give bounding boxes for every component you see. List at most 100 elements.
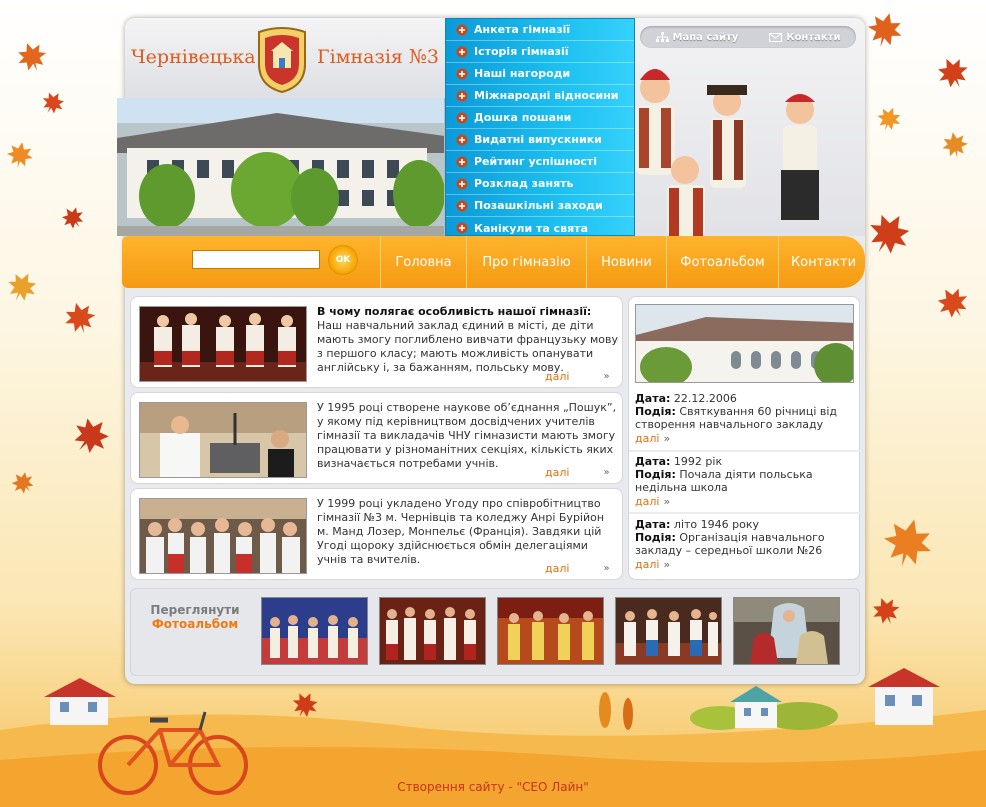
news-photo xyxy=(139,306,307,382)
event-more-link[interactable]: далі» xyxy=(635,432,670,445)
children-folk-costume-photo xyxy=(595,50,855,236)
bullet-icon xyxy=(456,112,468,123)
event-label: Подія: xyxy=(635,405,676,418)
more-label: далі xyxy=(635,432,660,445)
contacts-label: Контакти xyxy=(786,31,841,43)
nav-photo-album[interactable]: Фотоальбом xyxy=(666,236,778,288)
side-menu-item[interactable]: Анкета гімназії xyxy=(446,19,634,41)
side-menu-label: Анкета гімназії xyxy=(474,23,571,36)
more-link[interactable]: далі » xyxy=(545,370,610,383)
news-text: У 1995 році створене наукове об’єднання … xyxy=(317,401,619,471)
search-input[interactable] xyxy=(192,250,320,269)
gallery-thumbnail[interactable] xyxy=(261,597,368,665)
school-crest-logo xyxy=(253,24,311,94)
events-building-photo xyxy=(635,304,854,383)
gallery-label-line1: Переглянути xyxy=(150,603,240,617)
bullet-icon xyxy=(456,222,468,234)
event-item: Дата: літо 1946 року Подія: Організація … xyxy=(635,518,859,571)
event-date-label: Дата: xyxy=(635,392,671,405)
event-date: 22.12.2006 xyxy=(673,392,737,405)
more-label: далі xyxy=(545,562,570,575)
gallery-thumbnail[interactable] xyxy=(379,597,486,665)
contacts-link[interactable]: Контакти xyxy=(769,32,840,43)
bullet-icon xyxy=(456,134,468,145)
news-body: У 1995 році створене наукове об’єднання … xyxy=(317,401,617,470)
sitemap-link[interactable]: Мапа сайту xyxy=(655,31,739,43)
maple-leaf-icon xyxy=(928,278,977,327)
more-label: далі xyxy=(545,370,570,383)
envelope-icon xyxy=(769,32,783,42)
side-menu-label: Історія гімназії xyxy=(474,45,569,58)
double-arrow-icon: » xyxy=(603,467,610,478)
double-arrow-icon: » xyxy=(663,432,671,445)
news-text: В чому полягає особливість нашої гімназі… xyxy=(317,305,619,375)
more-label: далі xyxy=(635,495,660,508)
side-menu-label: Розклад занять xyxy=(474,177,574,190)
maple-leaf-icon xyxy=(55,200,91,236)
maple-leaf-icon xyxy=(938,128,973,163)
maple-leaf-icon xyxy=(35,85,71,121)
main-nav: Головна Про гімназію Новини Фотоальбом К… xyxy=(380,236,868,288)
event-item: Дата: 22.12.2006 Подія: Святкування 60 р… xyxy=(635,392,859,445)
event-date-label: Дата: xyxy=(635,455,671,468)
gallery-thumbnail[interactable] xyxy=(733,597,840,665)
news-text: У 1999 році укладено Угоду про співробіт… xyxy=(317,497,619,567)
news-item: У 1995 році створене наукове об’єднання … xyxy=(130,392,623,484)
school-building-photo xyxy=(117,98,445,236)
news-item: У 1999 році укладено Угоду про співробіт… xyxy=(130,488,623,580)
gallery-thumbnail[interactable] xyxy=(615,597,722,665)
event-label: Подія: xyxy=(635,531,676,544)
side-menu-label: Наші нагороди xyxy=(474,67,571,80)
sitemap-icon xyxy=(655,31,669,42)
more-label: далі xyxy=(635,558,660,571)
news-photo xyxy=(139,498,307,574)
event-date: 1992 рік xyxy=(673,455,723,468)
maple-leaf-icon xyxy=(61,406,120,465)
event-more-link[interactable]: далі» xyxy=(635,495,670,508)
view-photo-album-link[interactable]: Переглянути Фотоальбом xyxy=(145,603,245,631)
double-arrow-icon: » xyxy=(603,563,610,574)
nav-about[interactable]: Про гімназію xyxy=(466,236,586,288)
event-label: Подія: xyxy=(635,468,676,481)
bullet-icon xyxy=(456,46,468,57)
event-divider xyxy=(629,450,861,452)
news-body: У 1999 році укладено Угоду про співробіт… xyxy=(317,497,605,566)
double-arrow-icon: » xyxy=(603,371,610,382)
bullet-icon xyxy=(456,178,468,189)
side-menu-label: Позашкільні заходи xyxy=(474,199,603,212)
page-frame: Чернівецька Гімназія №3 Анкета гімназії … xyxy=(117,18,865,684)
maple-leaf-icon xyxy=(865,590,906,631)
event-item: Дата: 1992 рік Подія: Почала діяти польс… xyxy=(635,455,859,508)
gallery-label-line2: Фотоальбом xyxy=(151,617,239,631)
nav-home[interactable]: Головна xyxy=(380,236,466,288)
nav-news[interactable]: Новини xyxy=(586,236,666,288)
events-panel: Дата: 22.12.2006 Подія: Святкування 60 р… xyxy=(628,296,861,580)
more-link[interactable]: далі » xyxy=(545,562,610,575)
double-arrow-icon: » xyxy=(663,495,671,508)
maple-leaf-icon xyxy=(0,264,45,309)
main-nav-bar: OK Головна Про гімназію Новини Фотоальбо… xyxy=(122,236,865,288)
maple-leaf-icon xyxy=(10,35,54,79)
side-menu-label: Рейтинг успішності xyxy=(474,155,598,168)
more-link[interactable]: далі » xyxy=(545,466,610,479)
maple-leaf-icon xyxy=(58,296,102,340)
event-date-label: Дата: xyxy=(635,518,671,531)
news-photo xyxy=(139,402,307,478)
search-ok-button[interactable]: OK xyxy=(328,245,358,275)
utility-bar: Мапа сайту Контакти xyxy=(640,26,856,48)
nav-contacts[interactable]: Контакти xyxy=(778,236,868,288)
footer-credit-link[interactable]: Створення сайту - "СЕО Лайн" xyxy=(0,780,986,794)
site-title-right: Гімназія №3 xyxy=(317,46,439,68)
bullet-icon xyxy=(456,156,468,167)
event-more-link[interactable]: далі» xyxy=(635,558,670,571)
gallery-thumbnail[interactable] xyxy=(497,597,604,665)
more-label: далі xyxy=(545,466,570,479)
bullet-icon xyxy=(456,68,468,79)
side-menu-label: Дошка пошани xyxy=(474,111,572,124)
sitemap-label: Мапа сайту xyxy=(672,31,739,43)
double-arrow-icon: » xyxy=(663,558,671,571)
event-divider xyxy=(629,512,861,514)
maple-leaf-icon xyxy=(871,101,907,137)
maple-leaf-icon xyxy=(5,465,42,502)
news-body: Наш навчальний заклад єдиний в місті, де… xyxy=(317,319,618,374)
